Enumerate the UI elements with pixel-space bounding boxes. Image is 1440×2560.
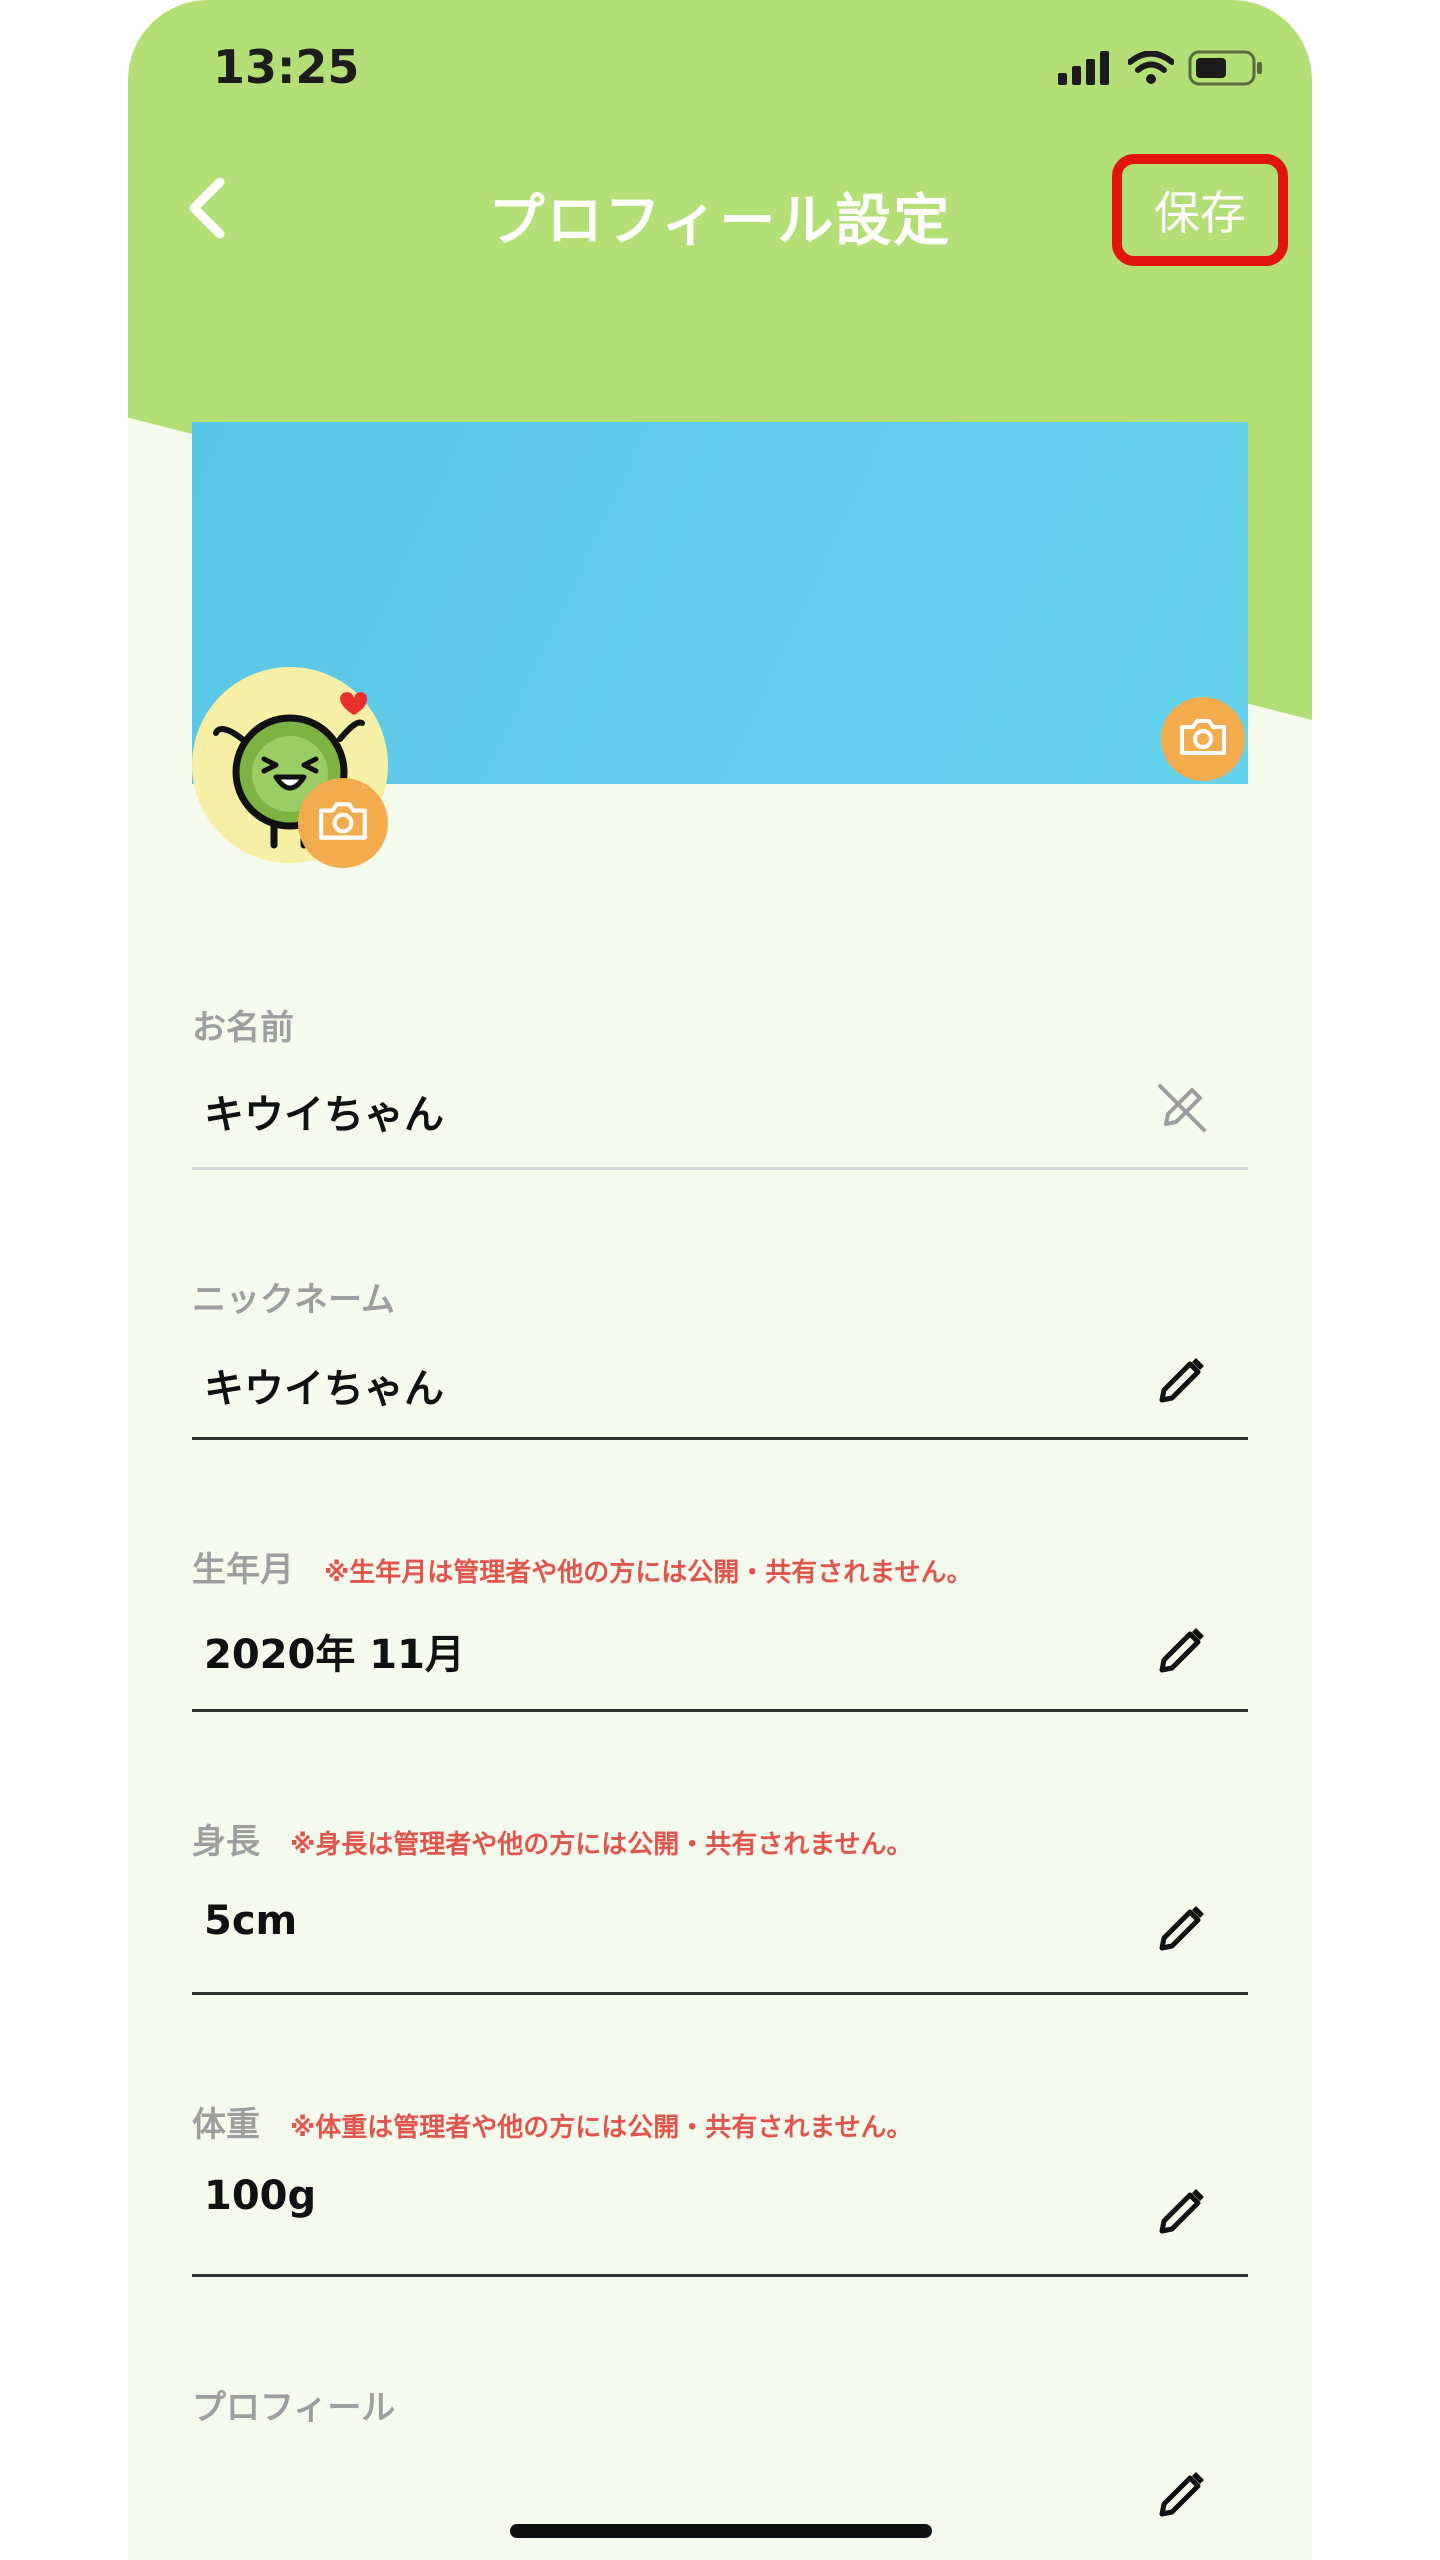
field-label-text: お名前 <box>192 1008 294 1048</box>
nav-header: プロフィール設定 保存 <box>128 140 1312 290</box>
field-label: 体重 ※体重は管理者や他の方には公開・共有されません。 <box>192 2097 1248 2146</box>
camera-icon <box>317 800 369 846</box>
pencil-icon[interactable] <box>1150 1618 1214 1682</box>
field-label-text: 体重 <box>192 2105 260 2145</box>
field-nickname[interactable]: ニックネーム キウイちゃん <box>192 1272 1248 1444</box>
field-underline <box>192 1709 1248 1712</box>
battery-icon <box>1188 50 1264 90</box>
cover-camera-button[interactable] <box>1161 697 1245 781</box>
field-birth-month[interactable]: 生年月 ※生年月は管理者や他の方には公開・共有されません。 2020年 11月 <box>192 1542 1248 1714</box>
home-indicator[interactable] <box>510 2524 932 2538</box>
field-underline <box>192 1167 1248 1170</box>
field-label: プロフィール <box>192 2380 1248 2429</box>
field-underline <box>192 2274 1248 2277</box>
weight-value[interactable]: 100g <box>204 2173 316 2219</box>
field-weight[interactable]: 体重 ※体重は管理者や他の方には公開・共有されません。 100g <box>192 2097 1248 2279</box>
status-time: 13:25 <box>213 40 360 94</box>
field-height[interactable]: 身長 ※身長は管理者や他の方には公開・共有されません。 5cm <box>192 1814 1248 1996</box>
field-underline <box>192 1992 1248 1995</box>
pencil-icon[interactable] <box>1150 1896 1214 1960</box>
avatar-camera-button[interactable] <box>298 778 388 868</box>
pencil-icon[interactable] <box>1150 1348 1214 1412</box>
privacy-note: ※生年月は管理者や他の方には公開・共有されません。 <box>324 1558 973 1588</box>
pencil-icon[interactable] <box>1150 2462 1214 2526</box>
field-label: ニックネーム <box>192 1272 1248 1321</box>
status-icons <box>1058 50 1264 90</box>
field-label-text: プロフィール <box>192 2388 396 2428</box>
edit-disabled-icon <box>1150 1076 1214 1140</box>
phone-screen: 13:25 プロフィール設定 保存 お名前 キウイちゃん ニックネーム キウイち… <box>128 0 1312 2560</box>
wifi-icon <box>1127 50 1175 89</box>
privacy-note: ※体重は管理者や他の方には公開・共有されません。 <box>290 2113 913 2143</box>
field-label: 生年月 ※生年月は管理者や他の方には公開・共有されません。 <box>192 1542 1248 1591</box>
field-name: お名前 キウイちゃん <box>192 1000 1248 1172</box>
birth-month-value[interactable]: 2020年 11月 <box>204 1622 465 1680</box>
field-label-text: 生年月 <box>192 1550 294 1590</box>
camera-icon <box>1178 717 1228 761</box>
nickname-value[interactable]: キウイちゃん <box>204 1356 444 1414</box>
field-label-text: 身長 <box>192 1822 260 1862</box>
field-label: お名前 <box>192 1000 1248 1049</box>
save-button[interactable]: 保存 <box>1112 154 1288 266</box>
field-label: 身長 ※身長は管理者や他の方には公開・共有されません。 <box>192 1814 1248 1863</box>
status-bar: 13:25 <box>128 0 1312 140</box>
height-value[interactable]: 5cm <box>204 1898 297 1944</box>
field-underline <box>192 1437 1248 1440</box>
field-label-text: ニックネーム <box>192 1280 395 1320</box>
pencil-icon[interactable] <box>1150 2179 1214 2243</box>
privacy-note: ※身長は管理者や他の方には公開・共有されません。 <box>290 1830 913 1860</box>
name-value: キウイちゃん <box>204 1092 444 1138</box>
cellular-signal-icon <box>1058 51 1114 89</box>
